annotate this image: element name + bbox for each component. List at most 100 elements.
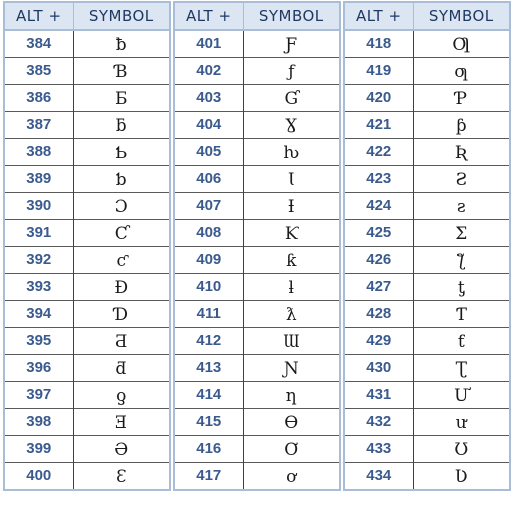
table-row: 431 Ư — [345, 380, 509, 408]
symbol-cell: Ɓ — [73, 56, 169, 84]
symbol-cell: ƪ — [413, 245, 509, 273]
alt-code-subtable: ALT + SYMBOL 418 Ƣ 419 ƣ 420 Ƥ 421 ƥ 422… — [345, 3, 509, 489]
symbol-cell: ƕ — [243, 137, 339, 165]
table-row: 388 Ƅ — [5, 137, 169, 165]
alt-code-cell: 420 — [345, 83, 414, 111]
table-row: 401 Ƒ — [175, 30, 339, 57]
alt-code-cell: 400 — [5, 461, 74, 489]
symbol-cell: ƫ — [413, 272, 509, 300]
alt-code-cell: 409 — [175, 245, 244, 273]
table-row: 391 Ƈ — [5, 218, 169, 246]
table-row: 409 ƙ — [175, 245, 339, 273]
alt-code-subtable: ALT + SYMBOL 401 Ƒ 402 ƒ 403 Ɠ 404 Ɣ 405… — [175, 3, 339, 489]
table-row: 414 ƞ — [175, 380, 339, 408]
table-row: 404 Ɣ — [175, 110, 339, 138]
symbol-cell: ƭ — [413, 326, 509, 354]
alt-code-cell: 394 — [5, 299, 74, 327]
symbol-cell: ƃ — [73, 110, 169, 138]
alt-code-cell: 421 — [345, 110, 414, 138]
alt-code-cell: 408 — [175, 218, 244, 246]
alt-code-cell: 386 — [5, 83, 74, 111]
symbol-cell: Ʈ — [413, 353, 509, 381]
column-group-3: ALT + SYMBOL 418 Ƣ 419 ƣ 420 Ƥ 421 ƥ 422… — [343, 1, 511, 491]
table-row: 411 ƛ — [175, 299, 339, 327]
symbol-cell: Ɔ — [73, 191, 169, 219]
column-group-2: ALT + SYMBOL 401 Ƒ 402 ƒ 403 Ɠ 404 Ɣ 405… — [173, 1, 341, 491]
alt-code-cell: 402 — [175, 56, 244, 84]
table-row: 408 Ƙ — [175, 218, 339, 246]
alt-code-table: ALT + SYMBOL 384 ƀ 385 Ɓ 386 Ƃ 387 ƃ 388… — [3, 1, 511, 491]
symbol-cell: ƛ — [243, 299, 339, 327]
table-row: 410 ƚ — [175, 272, 339, 300]
alt-code-cell: 393 — [5, 272, 74, 300]
symbol-cell: Ƙ — [243, 218, 339, 246]
table-row: 424 ƨ — [345, 191, 509, 219]
table-row: 425 Ʃ — [345, 218, 509, 246]
symbol-cell: ơ — [243, 461, 339, 489]
table-row: 422 Ʀ — [345, 137, 509, 165]
alt-code-cell: 388 — [5, 137, 74, 165]
alt-code-cell: 412 — [175, 326, 244, 354]
table-row: 405 ƕ — [175, 137, 339, 165]
alt-code-cell: 430 — [345, 353, 414, 381]
symbol-cell: Ƌ — [73, 326, 169, 354]
table-row: 416 Ơ — [175, 434, 339, 462]
symbol-cell: Ə — [73, 434, 169, 462]
alt-code-cell: 417 — [175, 461, 244, 489]
alt-code-cell: 422 — [345, 137, 414, 165]
table-row: 428 Ƭ — [345, 299, 509, 327]
table-row: 407 Ɨ — [175, 191, 339, 219]
alt-code-cell: 405 — [175, 137, 244, 165]
table-row: 403 Ɠ — [175, 83, 339, 111]
alt-code-cell: 390 — [5, 191, 74, 219]
alt-code-cell: 391 — [5, 218, 74, 246]
table-row: 402 ƒ — [175, 56, 339, 84]
alt-code-cell: 385 — [5, 56, 74, 84]
symbol-cell: ƚ — [243, 272, 339, 300]
table-row: 400 Ɛ — [5, 461, 169, 489]
table-row: 412 Ɯ — [175, 326, 339, 354]
symbol-cell: ƞ — [243, 380, 339, 408]
table-row: 396 ƌ — [5, 353, 169, 381]
alt-code-cell: 432 — [345, 407, 414, 435]
alt-code-cell: 403 — [175, 83, 244, 111]
table-row: 423 Ƨ — [345, 164, 509, 192]
symbol-cell: Ɩ — [243, 164, 339, 192]
alt-code-subtable: ALT + SYMBOL 384 ƀ 385 Ɓ 386 Ƃ 387 ƃ 388… — [5, 3, 169, 489]
alt-code-cell: 424 — [345, 191, 414, 219]
alt-code-cell: 411 — [175, 299, 244, 327]
alt-code-cell: 398 — [5, 407, 74, 435]
header-row: ALT + SYMBOL — [175, 3, 339, 31]
table-row: 392 ƈ — [5, 245, 169, 273]
symbol-cell: ƅ — [73, 164, 169, 192]
symbol-cell: ƙ — [243, 245, 339, 273]
alt-code-cell: 387 — [5, 110, 74, 138]
alt-code-cell: 389 — [5, 164, 74, 192]
symbol-cell: Ɨ — [243, 191, 339, 219]
symbol-cell: Ʊ — [413, 434, 509, 462]
alt-header: ALT + — [175, 3, 244, 31]
alt-code-cell: 395 — [5, 326, 74, 354]
alt-code-cell: 404 — [175, 110, 244, 138]
alt-code-cell: 429 — [345, 326, 414, 354]
symbol-cell: Ɛ — [73, 461, 169, 489]
symbol-cell: Ʀ — [413, 137, 509, 165]
table-row: 398 Ǝ — [5, 407, 169, 435]
symbol-cell: ƌ — [73, 353, 169, 381]
alt-code-cell: 413 — [175, 353, 244, 381]
table-row: 387 ƃ — [5, 110, 169, 138]
table-row: 421 ƥ — [345, 110, 509, 138]
alt-code-cell: 399 — [5, 434, 74, 462]
table-row: 418 Ƣ — [345, 30, 509, 57]
table-row: 393 Ɖ — [5, 272, 169, 300]
table-row: 384 ƀ — [5, 30, 169, 57]
table-row: 394 Ɗ — [5, 299, 169, 327]
column-group-1: ALT + SYMBOL 384 ƀ 385 Ɓ 386 Ƃ 387 ƃ 388… — [3, 1, 171, 491]
alt-code-cell: 427 — [345, 272, 414, 300]
alt-header: ALT + — [345, 3, 414, 31]
alt-code-cell: 416 — [175, 434, 244, 462]
alt-code-cell: 410 — [175, 272, 244, 300]
table-row: 385 Ɓ — [5, 56, 169, 84]
alt-code-cell: 415 — [175, 407, 244, 435]
alt-code-cell: 419 — [345, 56, 414, 84]
